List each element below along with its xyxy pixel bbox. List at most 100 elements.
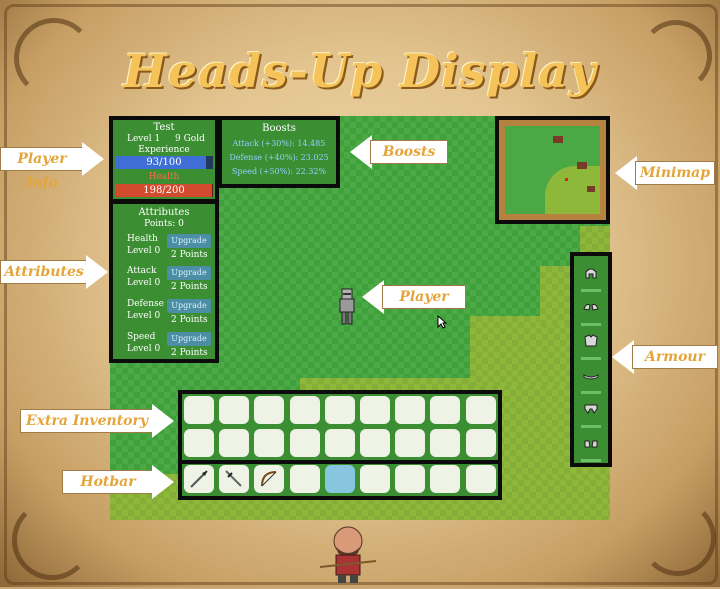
inventory-slot[interactable] <box>360 396 390 424</box>
upgrade-attack-button[interactable]: Upgrade <box>167 266 211 280</box>
inventory-slot[interactable] <box>254 429 285 457</box>
inventory-slot[interactable] <box>219 429 250 457</box>
belt-icon <box>583 367 599 383</box>
attribute-name: Attack <box>127 266 157 276</box>
inventory-slot[interactable] <box>360 429 390 457</box>
health-bar: 198/200 <box>115 184 213 197</box>
callout-player-info-label: Player Info <box>17 151 67 191</box>
attributes-title: Attributes <box>138 207 190 218</box>
minimap-building <box>553 136 563 143</box>
player-sprite[interactable] <box>337 288 357 328</box>
minimap[interactable] <box>495 116 610 224</box>
hotbar-slot[interactable] <box>184 465 214 493</box>
upgrade-health-button[interactable]: Upgrade <box>167 234 211 248</box>
callout-minimap-label: Minimap <box>640 165 710 181</box>
hotbar-slot[interactable] <box>465 465 496 493</box>
callout-boosts: Boosts <box>350 135 450 169</box>
player-name: Test <box>153 122 175 133</box>
attribute-cost: 2 Points <box>171 282 208 292</box>
inventory-slot[interactable] <box>289 396 320 424</box>
inventory-slot[interactable] <box>324 396 355 424</box>
boots-icon <box>583 435 599 451</box>
attribute-name: Speed <box>127 332 156 342</box>
callout-hotbar: Hotbar <box>62 465 176 499</box>
armour-slot-boots[interactable] <box>580 432 602 462</box>
boost-attack: Attack (+30%): 14.485 <box>232 139 326 148</box>
minimap-building <box>577 162 587 169</box>
inventory-slot[interactable] <box>430 429 461 457</box>
minimap-building <box>587 186 595 192</box>
inventory-slot[interactable] <box>184 429 214 457</box>
vine-ornament <box>640 500 716 576</box>
spear-icon <box>188 468 210 494</box>
armour-slot-chest[interactable] <box>580 330 602 360</box>
inventory-slot[interactable] <box>465 429 496 457</box>
attribute-level: Level 0 <box>127 278 161 288</box>
inventory-slot[interactable] <box>219 396 250 424</box>
hotbar-slot[interactable] <box>289 465 320 493</box>
callout-extra-inventory-label: Extra Inventory <box>25 413 149 429</box>
mouse-cursor-icon <box>437 314 448 333</box>
armour-slot-helmet[interactable] <box>580 262 602 292</box>
attribute-name: Defense <box>127 299 164 309</box>
attribute-cost: 2 Points <box>171 250 208 260</box>
attribute-cost: 2 Points <box>171 315 208 325</box>
player-level: Level 1 <box>127 134 161 144</box>
armour-slot-belt[interactable] <box>580 364 602 394</box>
experience-value: 93/100 <box>146 157 182 168</box>
attribute-cost: 2 Points <box>171 348 208 358</box>
attribute-level: Level 0 <box>127 246 161 256</box>
knight-icon <box>339 288 355 325</box>
chestplate-icon <box>583 333 599 349</box>
helmet-icon <box>583 265 599 281</box>
attribute-points: Points: 0 <box>144 219 184 229</box>
boost-speed: Speed (+50%): 22.32% <box>231 167 327 176</box>
mascot-avatar <box>318 523 378 585</box>
callout-armour-label: Armour <box>645 349 705 365</box>
inventory-slot[interactable] <box>430 396 461 424</box>
attribute-level: Level 0 <box>127 311 161 321</box>
callout-player: Player <box>362 280 466 314</box>
upgrade-defense-button[interactable]: Upgrade <box>167 299 211 313</box>
inventory-slot[interactable] <box>465 396 496 424</box>
hotbar-slot[interactable] <box>219 465 250 494</box>
inventory-slot[interactable] <box>254 396 285 424</box>
hotbar-slot[interactable] <box>430 465 461 493</box>
attribute-name: Health <box>127 234 158 244</box>
bow-icon <box>258 468 280 494</box>
inventory-slot[interactable] <box>395 396 426 424</box>
minimap-player-marker <box>565 178 568 181</box>
callout-extra-inventory: Extra Inventory <box>20 404 176 438</box>
attribute-level: Level 0 <box>127 344 161 354</box>
vine-ornament <box>12 500 92 580</box>
armour-slot-legs[interactable] <box>580 398 602 428</box>
upgrade-speed-button[interactable]: Upgrade <box>167 332 211 346</box>
sword-icon <box>223 468 245 494</box>
callout-armour: Armour <box>612 340 718 374</box>
boosts-panel: Boosts Attack (+30%): 14.485 Defense (+4… <box>218 116 340 188</box>
hotbar-slot[interactable] <box>324 465 355 493</box>
player-info-panel: Test Level 1 9 Gold Experience 93/100 He… <box>109 116 219 203</box>
experience-bar: 93/100 <box>115 156 213 169</box>
inventory-slot[interactable] <box>289 429 320 457</box>
hotbar-slot[interactable] <box>360 465 390 493</box>
armour-slot-shoulders[interactable] <box>580 296 602 326</box>
callout-attributes-label: Attributes <box>4 264 84 280</box>
boost-defense: Defense (+40%): 23.025 <box>229 153 329 162</box>
callout-player-info: Player Info <box>0 142 105 191</box>
callout-minimap: Minimap <box>615 156 715 190</box>
attributes-panel: Attributes Points: 0 Health Level 0 Upgr… <box>109 200 219 363</box>
player-gold: 9 Gold <box>175 134 205 144</box>
inventory-slot[interactable] <box>184 396 214 424</box>
inventory-slot[interactable] <box>324 429 355 457</box>
callout-player-label: Player <box>399 289 449 305</box>
experience-label: Experience <box>138 145 190 155</box>
shoulder-icon <box>583 299 599 315</box>
leggings-icon <box>583 401 599 417</box>
health-value: 198/200 <box>143 185 185 196</box>
health-label: Health <box>148 172 180 182</box>
hotbar-slot[interactable] <box>254 465 285 494</box>
hotbar-slot[interactable] <box>395 465 426 493</box>
inventory-slot[interactable] <box>395 429 426 457</box>
armour-panel <box>570 252 612 467</box>
